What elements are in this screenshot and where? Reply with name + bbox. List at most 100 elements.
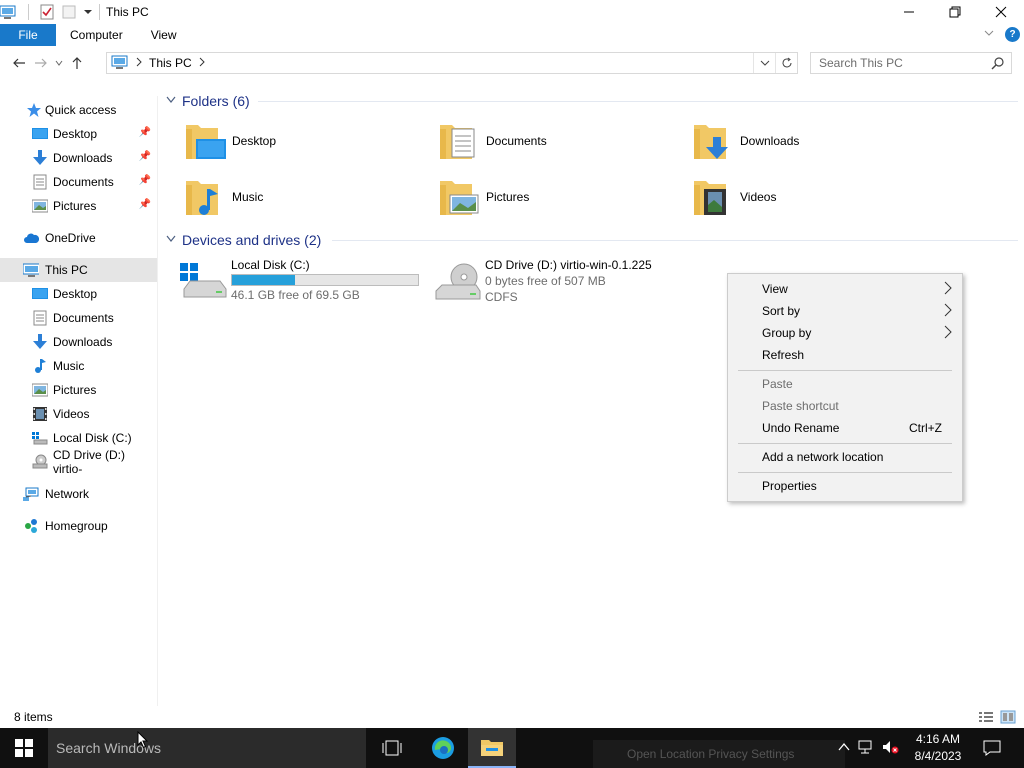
- sidebar-item-desktop[interactable]: Desktop 📌: [0, 122, 157, 146]
- up-button[interactable]: [66, 52, 88, 74]
- properties-icon[interactable]: [39, 4, 55, 20]
- pin-icon[interactable]: 📌: [139, 127, 151, 138]
- sidebar-item-downloads[interactable]: Downloads 📌: [0, 146, 157, 170]
- taskbar-clock[interactable]: 4:16 AM 8/4/2023: [908, 731, 968, 765]
- sidebar-item-local-disk[interactable]: Local Disk (C:): [0, 426, 157, 450]
- breadcrumb-this-pc[interactable]: This PC: [149, 56, 192, 70]
- sidebar-item-desktop-pc[interactable]: Desktop: [0, 282, 157, 306]
- folder-downloads[interactable]: Downloads: [692, 117, 932, 165]
- pane-divider[interactable]: [157, 96, 158, 706]
- ribbon-tabs: File Computer View ?: [0, 24, 1024, 46]
- sidebar-item-documents-pc[interactable]: Documents: [0, 306, 157, 330]
- menu-item-label: Properties: [762, 479, 817, 493]
- chevron-up-icon[interactable]: [838, 741, 850, 755]
- tab-view[interactable]: View: [139, 24, 193, 46]
- pin-icon[interactable]: 📌: [139, 151, 151, 162]
- sidebar-item-music[interactable]: Music: [0, 354, 157, 378]
- drive-icon: [32, 430, 48, 446]
- taskbar-search-input[interactable]: Search Windows: [48, 728, 366, 768]
- folders-group-header[interactable]: Folders (6): [166, 91, 250, 111]
- start-button[interactable]: [0, 728, 48, 768]
- chevron-right-icon: [944, 281, 952, 298]
- close-button[interactable]: [978, 0, 1024, 24]
- pictures-folder-icon: [440, 181, 479, 215]
- drive-local-disk[interactable]: Local Disk (C:) 46.1 GB free of 69.5 GB: [180, 257, 430, 307]
- folder-videos[interactable]: Videos: [692, 173, 932, 221]
- devices-group-header[interactable]: Devices and drives (2): [166, 230, 321, 250]
- refresh-button[interactable]: [775, 53, 797, 73]
- recent-locations-button[interactable]: [52, 52, 66, 74]
- menu-item-label: View: [762, 282, 788, 296]
- action-center-button[interactable]: [976, 728, 1008, 768]
- network-icon: [23, 486, 39, 502]
- search-input[interactable]: Search This PC: [810, 52, 1012, 74]
- task-view-button[interactable]: [368, 728, 416, 768]
- sidebar-item-homegroup[interactable]: Homegroup: [0, 514, 157, 538]
- menu-item-group-by[interactable]: Group by: [728, 322, 962, 344]
- pin-icon[interactable]: 📌: [139, 199, 151, 210]
- cloud-icon: [23, 230, 39, 246]
- address-dropdown-button[interactable]: [753, 53, 775, 73]
- large-icons-view-icon[interactable]: [1000, 710, 1016, 727]
- system-tray: [838, 728, 900, 768]
- chevron-down-icon[interactable]: [166, 235, 176, 246]
- sidebar-item-pictures-pc[interactable]: Pictures: [0, 378, 157, 402]
- sidebar-item-this-pc[interactable]: This PC: [0, 258, 157, 282]
- sidebar-item-cd-drive[interactable]: CD Drive (D:) virtio-: [0, 448, 157, 476]
- menu-item-refresh[interactable]: Refresh: [728, 344, 962, 366]
- help-icon[interactable]: ?: [1005, 27, 1020, 42]
- drive-info: Local Disk (C:) 46.1 GB free of 69.5 GB: [231, 257, 419, 303]
- clock-date: 8/4/2023: [914, 749, 962, 763]
- address-bar[interactable]: This PC: [106, 52, 798, 74]
- chevron-down-icon[interactable]: [83, 4, 93, 20]
- new-folder-icon[interactable]: [61, 4, 77, 20]
- context-menu: View Sort by Group by Refresh Paste Past…: [727, 273, 963, 502]
- volume-muted-icon[interactable]: [882, 740, 900, 757]
- folder-pictures[interactable]: Pictures: [438, 173, 678, 221]
- documents-icon: [32, 174, 48, 190]
- menu-item-add-network-location[interactable]: Add a network location: [728, 446, 962, 468]
- computer-icon[interactable]: [0, 4, 16, 20]
- minimize-button[interactable]: [886, 0, 932, 24]
- menu-item-view[interactable]: View: [728, 278, 962, 300]
- drive-cd-drive[interactable]: CD Drive (D:) virtio-win-0.1.225 0 bytes…: [434, 257, 684, 307]
- edge-icon: [432, 737, 454, 759]
- chevron-right-icon[interactable]: [198, 56, 206, 70]
- tab-file[interactable]: File: [0, 24, 56, 46]
- taskbar-edge[interactable]: [419, 728, 467, 768]
- details-view-icon[interactable]: [978, 710, 994, 727]
- sidebar-item-onedrive[interactable]: OneDrive: [0, 226, 157, 250]
- sidebar-item-pictures[interactable]: Pictures 📌: [0, 194, 157, 218]
- search-icon[interactable]: [991, 56, 1005, 73]
- sidebar-item-videos[interactable]: Videos: [0, 402, 157, 426]
- sidebar-item-downloads-pc[interactable]: Downloads: [0, 330, 157, 354]
- group-title: Folders (6): [182, 93, 250, 109]
- network-tray-icon[interactable]: [858, 740, 874, 757]
- sidebar-item-label: Documents: [53, 175, 114, 189]
- folder-music[interactable]: Music: [184, 173, 424, 221]
- maximize-button[interactable]: [932, 0, 978, 24]
- menu-item-properties[interactable]: Properties: [728, 475, 962, 497]
- taskbar-file-explorer[interactable]: [468, 728, 516, 768]
- folder-label: Pictures: [486, 190, 530, 204]
- chevron-down-icon[interactable]: [983, 27, 995, 42]
- chevron-down-icon[interactable]: [166, 96, 176, 107]
- pin-icon[interactable]: 📌: [139, 175, 151, 186]
- forward-button[interactable]: [30, 52, 52, 74]
- back-button[interactable]: [8, 52, 30, 74]
- menu-item-label: Add a network location: [762, 450, 884, 464]
- menu-item-undo-rename[interactable]: Undo Rename Ctrl+Z: [728, 417, 962, 439]
- sidebar-item-quick-access[interactable]: Quick access: [0, 98, 157, 122]
- chevron-right-icon: [944, 325, 952, 342]
- notification-toast[interactable]: Open Location Privacy Settings: [593, 740, 845, 768]
- menu-item-sort-by[interactable]: Sort by: [728, 300, 962, 322]
- sidebar-item-network[interactable]: Network: [0, 482, 157, 506]
- sidebar-item-label: CD Drive (D:) virtio-: [53, 448, 125, 476]
- drive-usage-bar: [231, 274, 419, 286]
- sidebar-item-documents[interactable]: Documents 📌: [0, 170, 157, 194]
- folder-desktop[interactable]: Desktop: [184, 117, 424, 165]
- folder-documents[interactable]: Documents: [438, 117, 678, 165]
- drive-free-space: 0 bytes free of 507 MB: [485, 274, 606, 288]
- chevron-right-icon[interactable]: [135, 56, 143, 70]
- tab-computer[interactable]: Computer: [56, 24, 139, 46]
